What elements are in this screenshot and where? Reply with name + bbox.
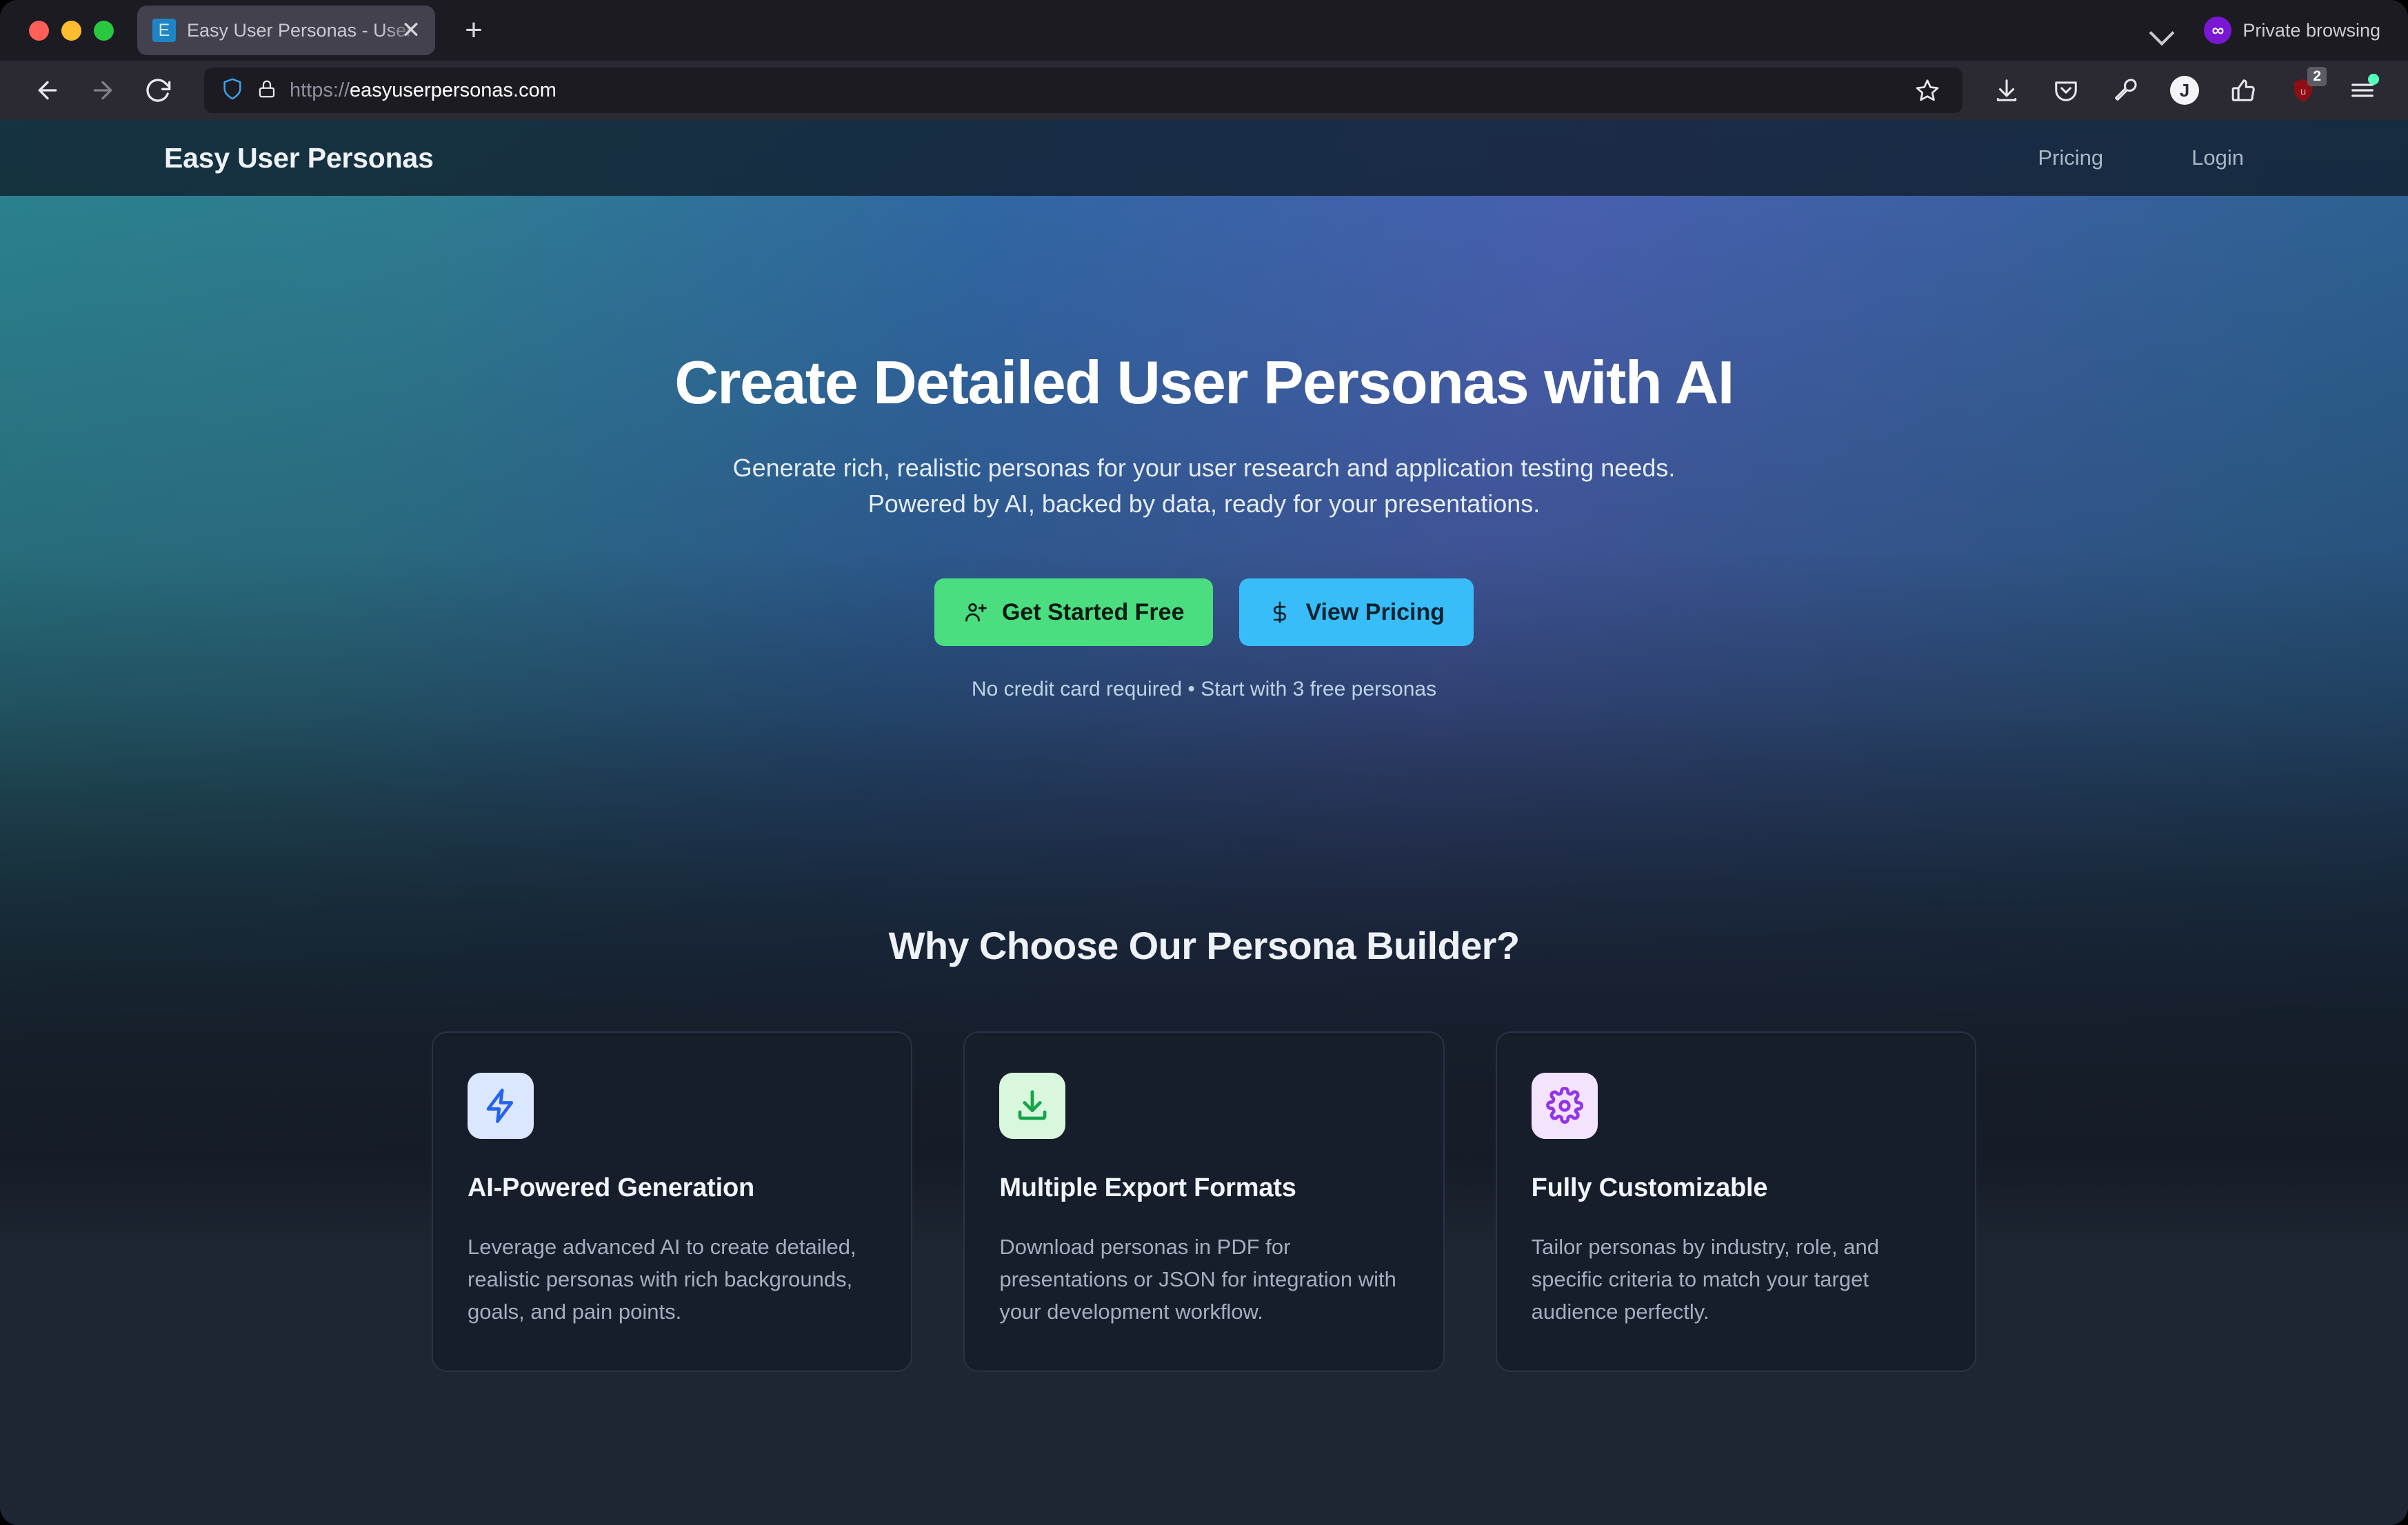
- svg-text:u: u: [2300, 86, 2306, 98]
- features-section: Why Choose Our Persona Builder? AI-Power…: [0, 923, 2408, 1373]
- feature-title: Fully Customizable: [1531, 1173, 1768, 1203]
- feature-icon-wrap: [1531, 1073, 1598, 1140]
- features-heading: Why Choose Our Persona Builder?: [888, 924, 1520, 968]
- get-started-free-label: Get Started Free: [1001, 598, 1185, 625]
- browser-tab[interactable]: E Easy User Personas - User gene ✕: [137, 6, 435, 55]
- ublock-shield-extension-icon[interactable]: u 2: [2281, 67, 2327, 112]
- private-browsing-mask-icon: ∞: [2204, 17, 2232, 44]
- url-scheme: https://: [290, 79, 350, 101]
- tab-title: Easy User Personas - User gene: [187, 19, 420, 41]
- site-navigation: Pricing Login: [2038, 145, 2244, 170]
- browser-window: E Easy User Personas - User gene ✕ + ∞ P…: [0, 0, 2408, 1525]
- pocket-save-icon[interactable]: [2044, 68, 2088, 112]
- feature-body: Download personas in PDF for presentatio…: [999, 1235, 1396, 1324]
- private-browsing-label: Private browsing: [2243, 19, 2380, 41]
- downloads-icon[interactable]: [1985, 68, 2029, 112]
- site-brand-logo[interactable]: Easy User Personas: [164, 142, 434, 174]
- tabstrip-right-controls: ∞ Private browsing: [2147, 17, 2390, 44]
- bolt-icon: [482, 1087, 519, 1124]
- view-pricing-label: View Pricing: [1305, 598, 1445, 625]
- hero-section: Create Detailed User Personas with AI Ge…: [0, 196, 2408, 701]
- forward-button[interactable]: [79, 66, 127, 114]
- dollar-sign-icon: [1268, 600, 1292, 624]
- tab-strip: E Easy User Personas - User gene ✕ + ∞ P…: [0, 0, 2408, 61]
- feature-card[interactable]: Fully Customizable Tailor personas by in…: [1495, 1031, 1976, 1373]
- feature-card[interactable]: Multiple Export Formats Download persona…: [963, 1031, 1445, 1373]
- view-pricing-button[interactable]: View Pricing: [1239, 578, 1474, 647]
- cta-note: No credit card required • Start with 3 f…: [971, 678, 1437, 701]
- url-host: easyuserpersonas.com: [350, 79, 556, 101]
- avatar-initial: J: [2170, 76, 2199, 105]
- get-started-free-button[interactable]: Get Started Free: [934, 578, 1214, 647]
- app-menu-icon[interactable]: [2340, 68, 2385, 112]
- browser-toolbar: https://easyuserpersonas.com J u 2: [0, 61, 2408, 120]
- window-close-button[interactable]: [29, 20, 49, 41]
- nav-link-login[interactable]: Login: [2191, 145, 2244, 170]
- reload-button[interactable]: [134, 66, 182, 114]
- hero-subline-1: Generate rich, realistic personas for yo…: [732, 454, 1676, 483]
- extension-badge-count: 2: [2307, 67, 2327, 87]
- download-icon: [1014, 1087, 1051, 1124]
- tab-favicon: E: [152, 19, 176, 42]
- toolbar-icon-group: J u 2: [1985, 67, 2385, 112]
- nav-link-pricing[interactable]: Pricing: [2038, 145, 2103, 170]
- feature-title: AI-Powered Generation: [468, 1173, 754, 1203]
- lock-icon[interactable]: [257, 79, 277, 103]
- address-bar[interactable]: https://easyuserpersonas.com: [204, 68, 1963, 113]
- shield-tracking-protection-icon[interactable]: [221, 77, 244, 104]
- window-maximize-button[interactable]: [94, 20, 114, 41]
- user-plus-icon: [963, 600, 988, 625]
- hero-heading: Create Detailed User Personas with AI: [674, 348, 1734, 416]
- new-tab-button[interactable]: +: [456, 15, 492, 46]
- page-content: Easy User Personas Pricing Login Create …: [0, 120, 2408, 1525]
- site-header: Easy User Personas Pricing Login: [0, 120, 2408, 196]
- window-minimize-button[interactable]: [61, 20, 81, 41]
- url-input[interactable]: https://easyuserpersonas.com: [290, 79, 1896, 102]
- menu-update-dot: [2368, 74, 2379, 85]
- bookmark-star-icon[interactable]: [1909, 72, 1946, 109]
- hero-subheading: Generate rich, realistic personas for yo…: [0, 450, 2408, 522]
- gear-icon: [1545, 1087, 1583, 1124]
- feature-card[interactable]: AI-Powered Generation Leverage advanced …: [432, 1031, 913, 1373]
- wrench-tools-icon[interactable]: [2103, 68, 2147, 112]
- thumbs-up-extension-icon[interactable]: [2222, 68, 2266, 112]
- hero-cta-row: Get Started Free View Pricing: [0, 578, 2408, 647]
- feature-card-grid: AI-Powered Generation Leverage advanced …: [432, 1031, 1976, 1373]
- window-traffic-lights: [18, 20, 137, 41]
- feature-icon-wrap: [999, 1073, 1066, 1140]
- feature-icon-wrap: [468, 1073, 534, 1140]
- chevron-down-icon[interactable]: [2147, 17, 2175, 44]
- account-avatar-icon[interactable]: J: [2163, 68, 2207, 112]
- hero-subline-2: Powered by AI, backed by data, ready for…: [867, 489, 1541, 518]
- feature-title: Multiple Export Formats: [999, 1173, 1296, 1203]
- feature-body: Leverage advanced AI to create detailed,…: [468, 1235, 856, 1324]
- private-browsing-indicator: ∞ Private browsing: [2204, 17, 2380, 44]
- feature-body: Tailor personas by industry, role, and s…: [1531, 1235, 1879, 1324]
- back-button[interactable]: [23, 66, 72, 114]
- tab-close-icon[interactable]: ✕: [399, 19, 423, 42]
